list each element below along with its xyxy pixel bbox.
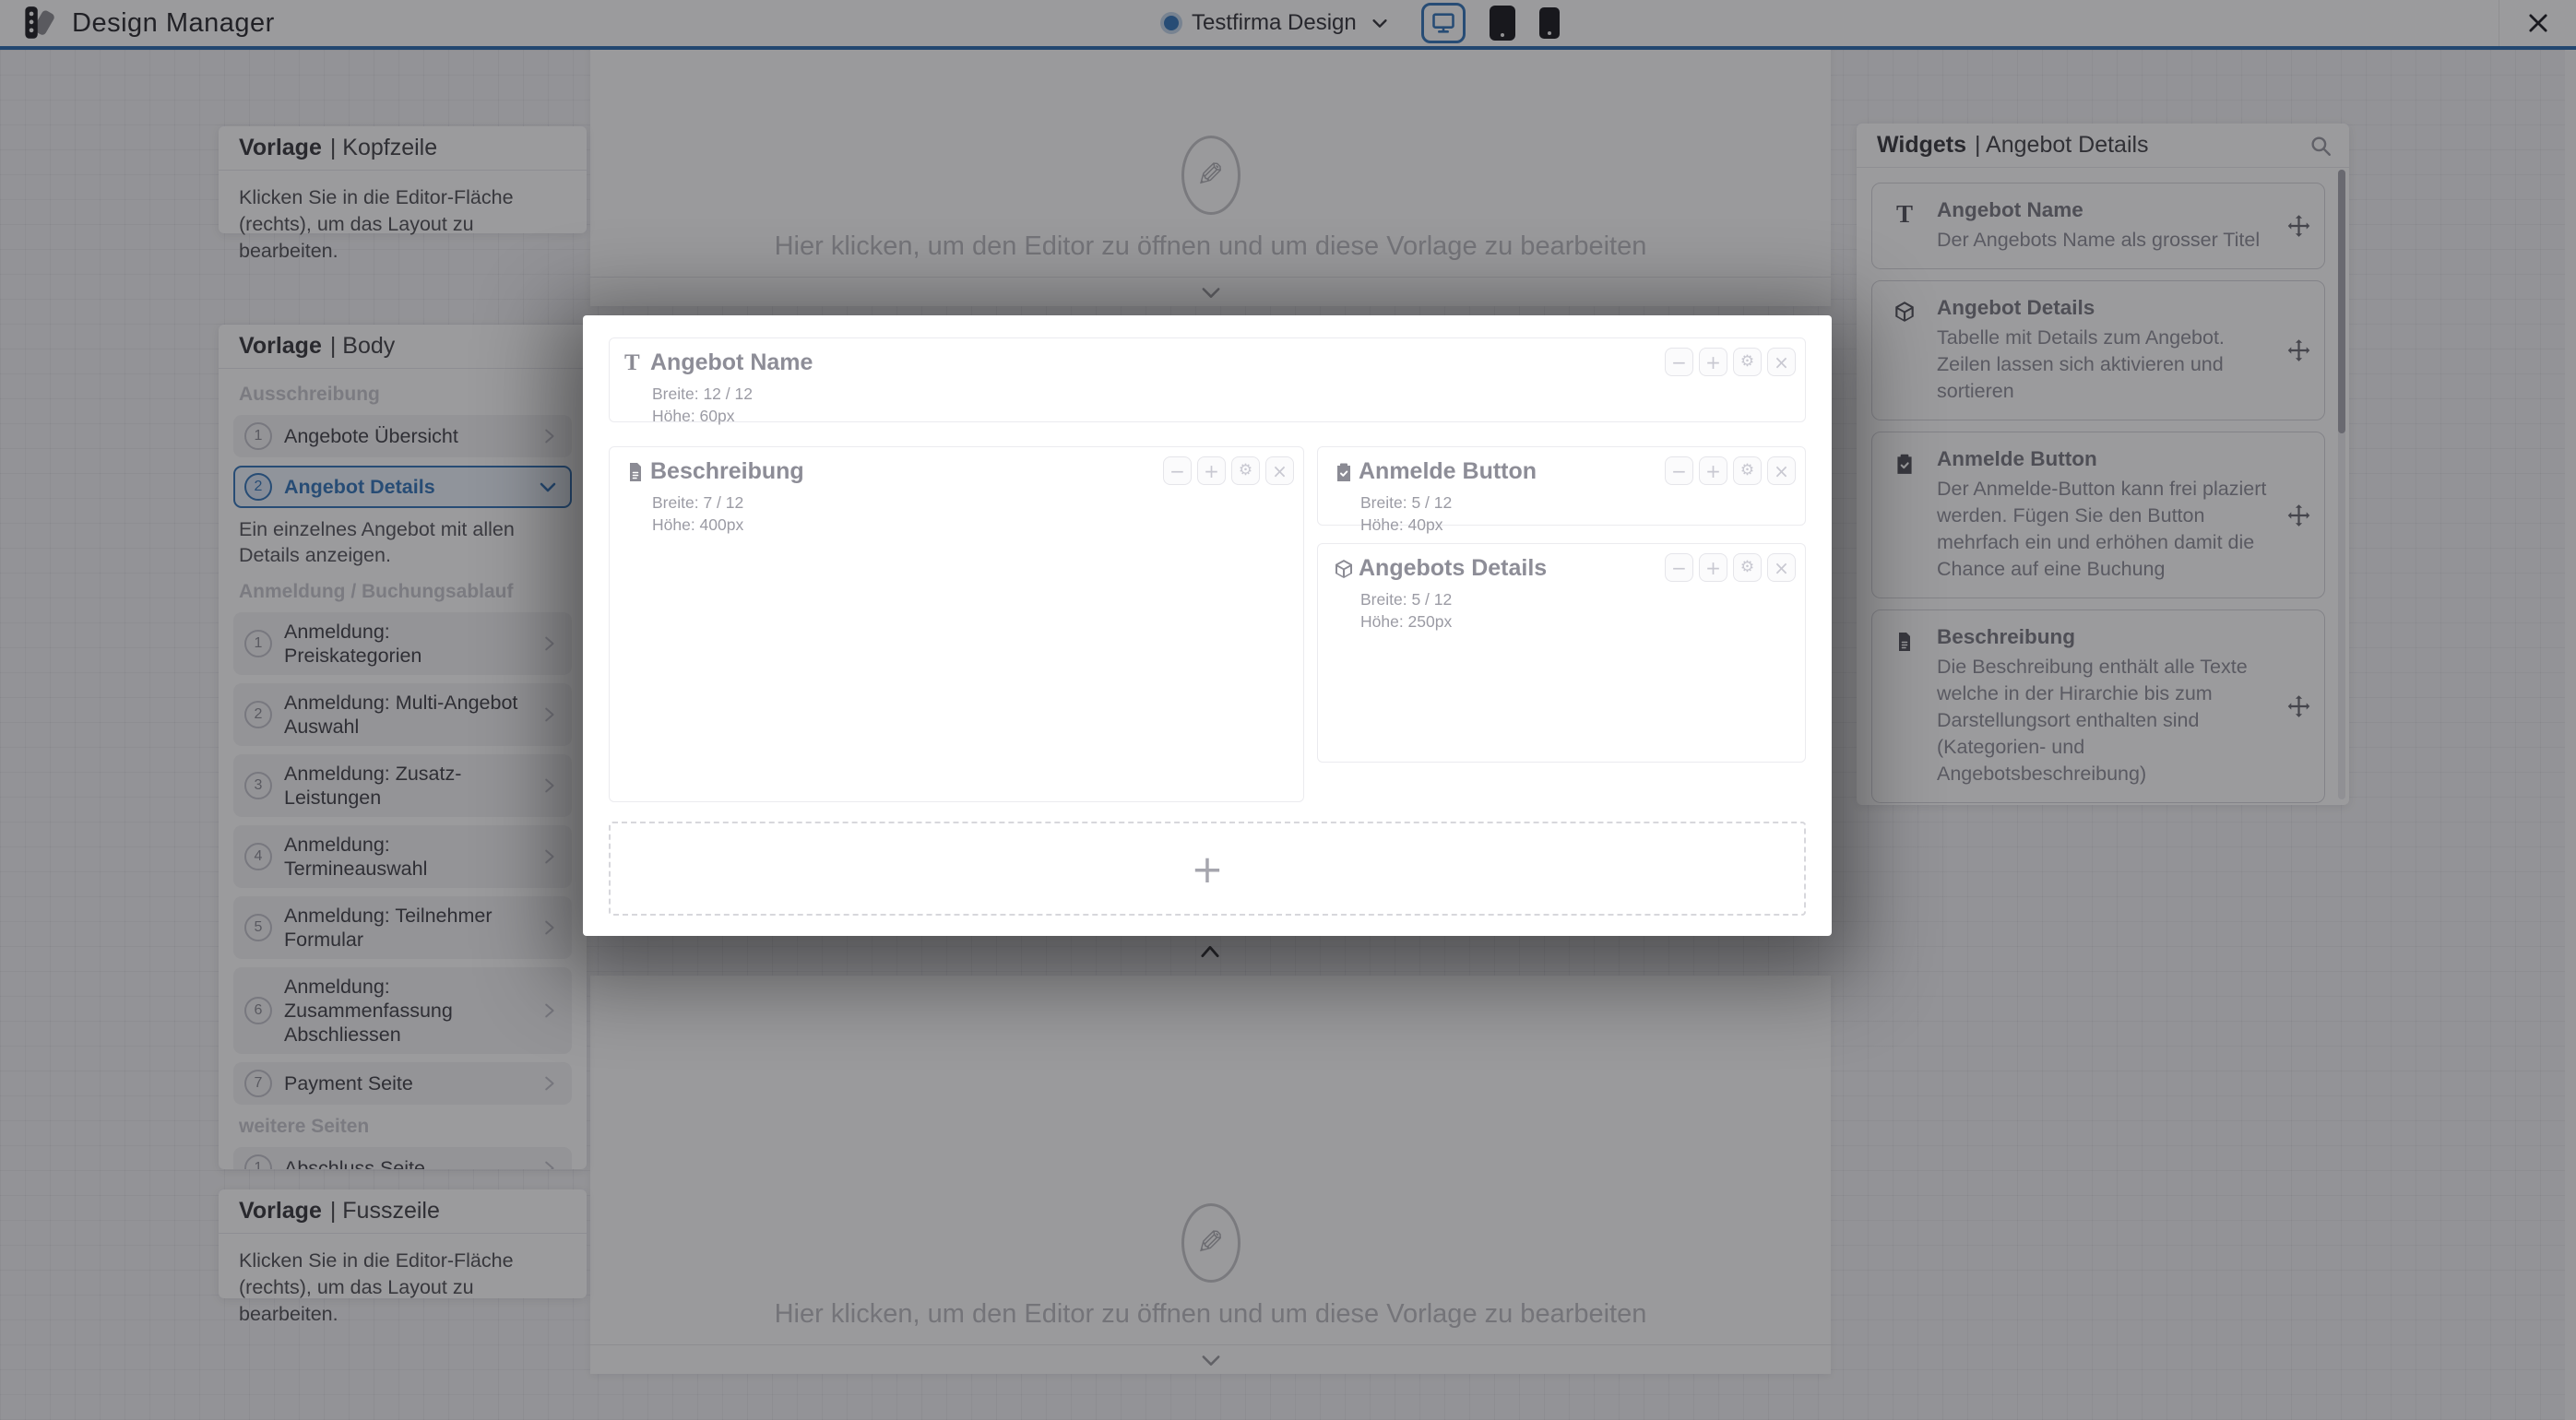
minus-button[interactable]: − [1665,348,1693,376]
minus-button[interactable]: − [1665,456,1693,485]
block-width: Breite: 5 / 12 [1360,491,1452,514]
close-button[interactable]: × [1265,456,1294,485]
plus-button[interactable]: + [1699,553,1727,582]
close-button[interactable]: × [1767,456,1796,485]
file-icon [624,460,647,484]
gear-button[interactable]: ⚙ [1733,456,1762,485]
layout-block-anmelde-button[interactable]: Anmelde Button Breite: 5 / 12 Höhe: 40px… [1317,446,1806,526]
block-actions: −+⚙× [1665,348,1796,376]
block-height: Höhe: 60px [652,405,753,427]
minus-button[interactable]: − [1163,456,1192,485]
close-button[interactable]: × [1767,348,1796,376]
block-title: Anmelde Button [1359,458,1537,485]
layout-block-angebot-name[interactable]: T Angebot Name Breite: 12 / 12 Höhe: 60p… [609,337,1806,422]
plus-button[interactable]: + [1699,456,1727,485]
block-title: Beschreibung [650,458,804,485]
plus-icon: + [1191,846,1223,892]
minus-button[interactable]: − [1665,553,1693,582]
add-widget-dropzone[interactable]: + [609,822,1806,916]
block-title: Angebots Details [1359,555,1547,582]
gear-button[interactable]: ⚙ [1733,553,1762,582]
gear-button[interactable]: ⚙ [1733,348,1762,376]
gear-button[interactable]: ⚙ [1231,456,1260,485]
block-height: Höhe: 400px [652,514,743,536]
block-title: Angebot Name [650,349,813,376]
block-actions: −+⚙× [1163,456,1294,485]
layout-block-angebots-details[interactable]: Angebots Details Breite: 5 / 12 Höhe: 25… [1317,543,1806,763]
block-height: Höhe: 40px [1360,514,1452,536]
clipboard-check-icon [1333,460,1355,484]
block-width: Breite: 7 / 12 [652,491,743,514]
layout-editor-modal: T Angebot Name Breite: 12 / 12 Höhe: 60p… [583,315,1832,936]
layout-block-beschreibung[interactable]: Beschreibung Breite: 7 / 12 Höhe: 400px … [609,446,1304,802]
block-actions: −+⚙× [1665,456,1796,485]
block-width: Breite: 5 / 12 [1360,588,1452,610]
block-height: Höhe: 250px [1360,610,1452,633]
plus-button[interactable]: + [1197,456,1226,485]
cube-icon [1333,557,1355,581]
block-actions: −+⚙× [1665,553,1796,582]
close-button[interactable]: × [1767,553,1796,582]
block-width: Breite: 12 / 12 [652,383,753,405]
text-icon: T [624,351,640,375]
plus-button[interactable]: + [1699,348,1727,376]
